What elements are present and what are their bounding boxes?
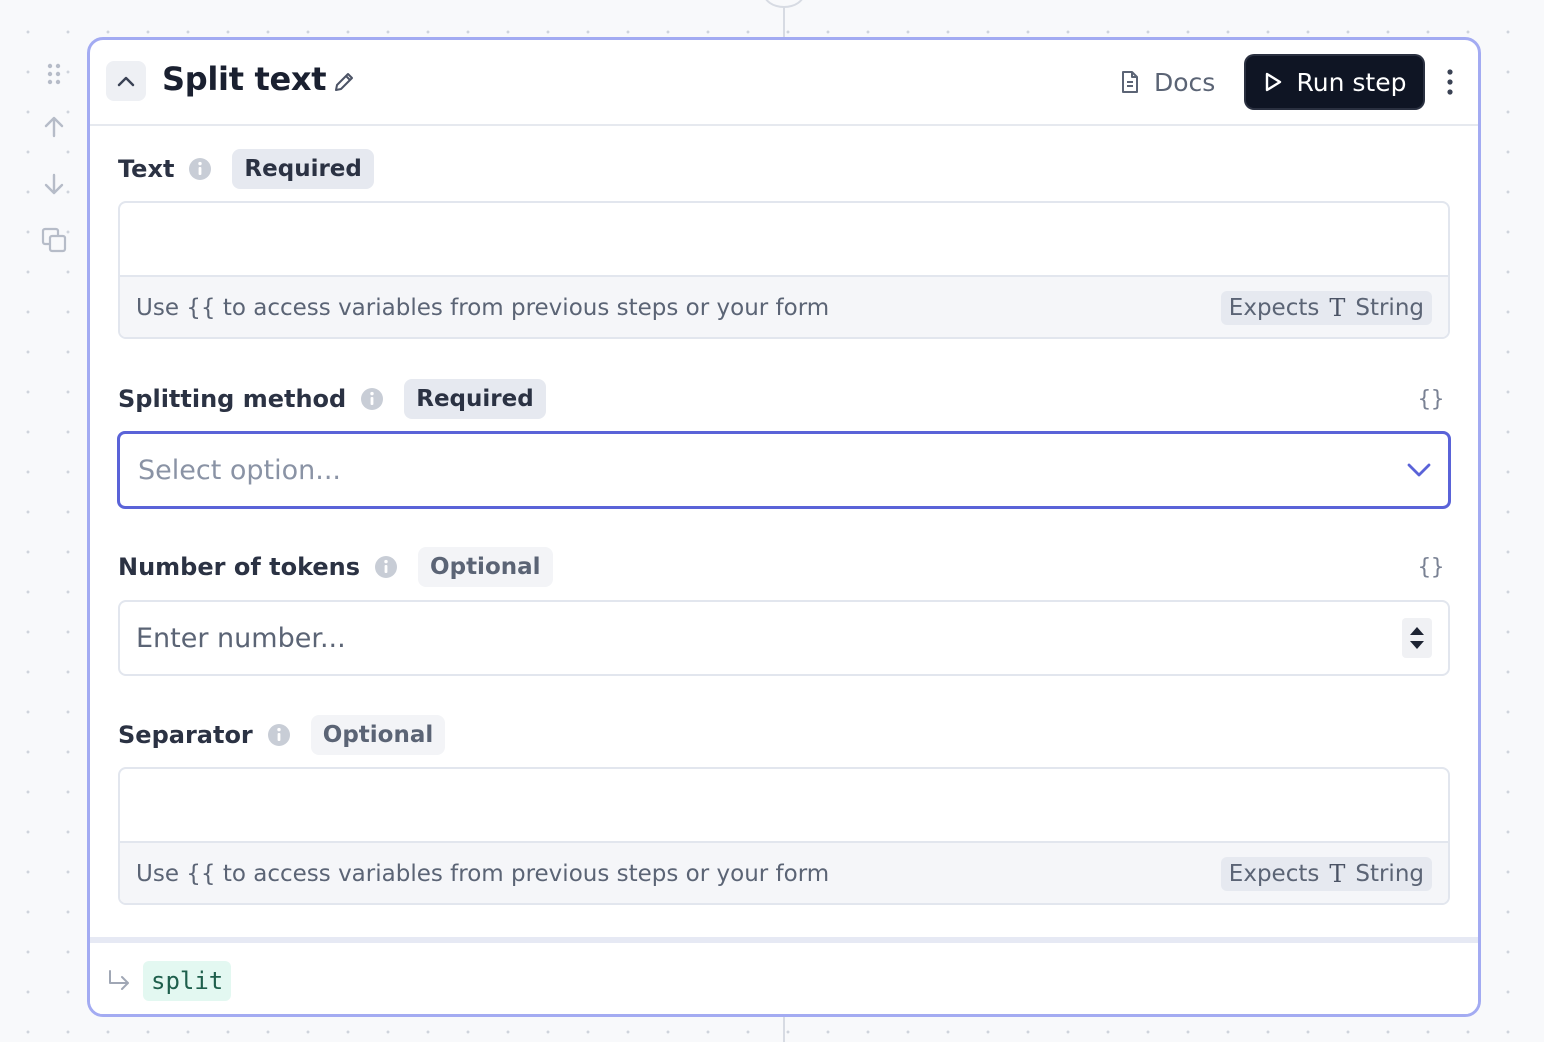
connector-node[interactable] (763, 0, 805, 8)
text-type-icon: T (1329, 860, 1346, 888)
optional-badge: Optional (418, 547, 553, 587)
text-input-area[interactable] (120, 203, 1448, 277)
docs-label: Docs (1154, 67, 1216, 97)
drag-handle-icon[interactable] (38, 58, 70, 90)
chevron-up-icon (117, 76, 135, 87)
expects-type-name: String (1355, 295, 1424, 321)
expects-label: Expects (1228, 295, 1320, 321)
arrow-down-icon[interactable] (38, 168, 70, 200)
step-title: Split text (162, 60, 327, 98)
info-icon[interactable] (188, 157, 212, 181)
return-arrow-icon (109, 970, 129, 990)
text-input-helper: Use {{ to access variables from previous… (120, 277, 1448, 337)
run-step-label: Run step (1296, 67, 1407, 97)
required-badge: Required (232, 149, 374, 189)
separator-input-helper: Use {{ to access variables from previous… (120, 843, 1448, 903)
play-icon (1265, 72, 1281, 92)
info-icon[interactable] (360, 387, 384, 411)
number-stepper[interactable] (1402, 618, 1432, 658)
expects-type-badge: Expects T String (1220, 291, 1432, 325)
splitting-method-header: Splitting method Required (118, 379, 546, 419)
chevron-down-icon (1407, 463, 1431, 477)
info-icon[interactable] (267, 723, 291, 747)
connector-line-bottom (783, 1016, 785, 1042)
text-type-icon: T (1329, 294, 1346, 322)
variable-mode-button[interactable]: {} (1416, 384, 1446, 414)
text-input[interactable]: Use {{ to access variables from previous… (118, 201, 1450, 339)
output-variable-name[interactable]: split (143, 961, 232, 1001)
edit-title-button[interactable] (330, 68, 358, 96)
text-field-header: Text Required (118, 149, 374, 189)
select-placeholder: Select option... (138, 454, 342, 486)
expects-type-badge: Expects T String (1220, 857, 1432, 891)
step-card: Split text Docs Run step Text Required U… (87, 37, 1481, 1017)
arrow-up-icon[interactable] (38, 111, 70, 143)
number-of-tokens-input[interactable]: Enter number... (118, 600, 1450, 676)
more-vertical-icon (1447, 69, 1453, 95)
text-field-label: Text (118, 155, 175, 183)
variables-hint: Use {{ to access variables from previous… (136, 295, 830, 321)
info-icon[interactable] (374, 555, 398, 579)
separator-header: Separator Optional (118, 715, 446, 755)
required-badge: Required (404, 379, 546, 419)
stepper-up-icon[interactable] (1410, 627, 1424, 635)
collapse-button[interactable] (106, 61, 146, 101)
step-output: split (90, 937, 1478, 1014)
number-of-tokens-label: Number of tokens (118, 553, 361, 581)
expects-type-name: String (1355, 861, 1424, 887)
number-placeholder: Enter number... (136, 622, 346, 654)
optional-badge: Optional (310, 715, 446, 755)
separator-input-area[interactable] (120, 769, 1448, 843)
separator-input[interactable]: Use {{ to access variables from previous… (118, 767, 1450, 905)
splitting-method-select[interactable]: Select option... (117, 431, 1451, 509)
duplicate-icon[interactable] (38, 224, 70, 256)
more-options-button[interactable] (1436, 62, 1464, 102)
pencil-icon (335, 73, 353, 91)
separator-label: Separator (118, 721, 253, 749)
docs-link[interactable]: Docs (1120, 66, 1215, 98)
stepper-down-icon[interactable] (1410, 641, 1424, 649)
expects-label: Expects (1228, 861, 1320, 887)
document-icon (1122, 71, 1138, 93)
variables-hint: Use {{ to access variables from previous… (136, 861, 830, 887)
run-step-button[interactable]: Run step (1246, 56, 1423, 108)
number-of-tokens-header: Number of tokens Optional (118, 547, 553, 587)
splitting-method-label: Splitting method (118, 385, 347, 413)
variable-mode-button[interactable]: {} (1416, 552, 1446, 582)
step-header: Split text Docs Run step (90, 40, 1478, 126)
